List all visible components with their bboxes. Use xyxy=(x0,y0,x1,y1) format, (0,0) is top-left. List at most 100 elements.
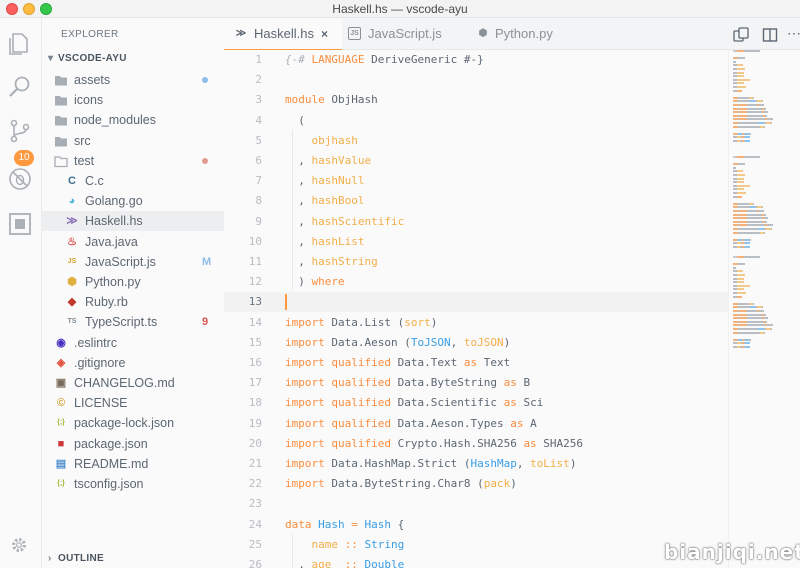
minimap-token xyxy=(737,284,750,287)
code-token: as xyxy=(463,356,478,369)
file-tree-item[interactable]: ◉ .eslintrc xyxy=(42,333,224,353)
file-tree-item[interactable]: ◈ .gitignore xyxy=(42,353,224,373)
json-icon: {;} xyxy=(57,419,65,427)
code-line: 9 , hashScientific xyxy=(224,212,728,232)
code-text: module ObjHash xyxy=(285,90,378,110)
file-tree-item-label: package-lock.json xyxy=(74,416,175,431)
code-text: ( xyxy=(285,111,305,131)
file-tree-item-label: README.md xyxy=(74,456,149,471)
code-token: where xyxy=(311,275,345,289)
minimap-token xyxy=(764,331,765,334)
minimap-token xyxy=(737,78,750,81)
outline-section-header[interactable]: › OUTLINE xyxy=(48,553,104,564)
code-token: ( xyxy=(285,113,305,127)
code-token: import xyxy=(285,436,325,450)
minimap-token xyxy=(764,313,766,316)
file-tree-item[interactable]: © LICENSE xyxy=(42,393,224,413)
explorer-icon[interactable] xyxy=(7,30,33,56)
file-tree-item[interactable]: {;} package-lock.json xyxy=(42,413,224,433)
line-number: 21 xyxy=(248,457,262,470)
line-number: 25 xyxy=(248,537,262,551)
code-token: Data.ByteString.Char8 ( xyxy=(324,477,484,491)
minimap-token xyxy=(765,220,767,223)
text-cursor xyxy=(285,294,287,311)
minimap-token xyxy=(737,181,744,184)
code-line: 13 xyxy=(224,292,728,313)
file-tree-item[interactable]: ♨ Java.java xyxy=(42,232,224,252)
code-token: qualified xyxy=(331,416,391,430)
code-token: Sci xyxy=(516,396,544,410)
file-tree-item[interactable]: ▣ CHANGELOG.md xyxy=(42,373,224,393)
file-tree-item-label: C.c xyxy=(85,174,104,188)
code-text: import Data.Aeson (ToJSON, toJSON) xyxy=(285,333,510,353)
minimap-token xyxy=(771,122,772,124)
code-text: import qualified Crypto.Hash.SHA256 as S… xyxy=(285,434,583,454)
source-control-icon[interactable] xyxy=(7,118,33,144)
file-tree-item[interactable]: JS JavaScript.js M xyxy=(42,252,224,272)
minimap[interactable] xyxy=(728,50,800,568)
minimap-token xyxy=(737,174,745,176)
code-text: data Hash = Hash { xyxy=(285,515,404,535)
open-changes-icon[interactable] xyxy=(733,27,749,43)
line-number: 19 xyxy=(248,416,262,430)
minimap-token xyxy=(737,68,745,70)
minimap-token xyxy=(737,71,744,74)
code-token: , xyxy=(285,214,312,228)
file-tree-item[interactable]: {;} tsconfig.json xyxy=(42,474,224,494)
minimap-token xyxy=(737,184,750,187)
code-token: , xyxy=(285,558,312,568)
minimap-token xyxy=(759,104,764,106)
debug-icon[interactable] xyxy=(7,166,33,192)
haskell-icon: ≫ xyxy=(66,215,78,228)
file-tree-item[interactable]: ◆ Ruby.rb xyxy=(42,292,224,312)
folder-icon xyxy=(54,113,68,127)
file-tree-item[interactable]: icons xyxy=(42,90,224,110)
file-tree-item[interactable]: src xyxy=(42,131,224,151)
code-token: age xyxy=(311,558,332,568)
file-tree-item[interactable]: ◕ Golang.go xyxy=(42,191,224,211)
file-tree-item[interactable]: ⬢ Python.py xyxy=(42,272,224,292)
code-token: qualified xyxy=(331,356,391,369)
close-tab-icon[interactable]: × xyxy=(321,18,328,50)
minimap-token xyxy=(753,302,754,305)
tab-haskell[interactable]: ≫ Haskell.hs × xyxy=(224,18,342,51)
minimap-token xyxy=(747,220,763,223)
extensions-icon[interactable] xyxy=(7,211,33,237)
split-editor-icon[interactable] xyxy=(762,27,778,43)
file-tree-item[interactable]: TS TypeScript.ts 9 xyxy=(42,312,224,332)
code-editor[interactable]: 1 {-# LANGUAGE DeriveGeneric #-} 2 3 module … xyxy=(224,50,728,568)
file-tree-item[interactable]: ≫ Haskell.hs xyxy=(42,211,224,232)
settings-gear-icon[interactable] xyxy=(9,535,29,555)
file-tree-item[interactable]: ■ package.json xyxy=(42,434,224,454)
minimap-token xyxy=(737,170,743,173)
file-tree-item[interactable]: test xyxy=(42,151,224,171)
minimap-token xyxy=(739,224,747,227)
file-tree-item[interactable]: assets xyxy=(42,70,224,90)
file-tree-item[interactable]: node_modules xyxy=(42,110,224,130)
workspace-section-header[interactable]: ▾ VSCODE-AYU xyxy=(48,53,127,64)
code-line: 11 , hashString xyxy=(224,252,728,272)
minimap-token xyxy=(739,310,747,312)
editor-tabs: ≫ Haskell.hs × JS JavaScript.js ⬢ Python… xyxy=(224,18,800,51)
file-tree-item[interactable]: C C.c xyxy=(42,171,224,191)
minimap-token xyxy=(764,111,768,114)
code-line: 25 name :: String xyxy=(224,535,728,555)
code-token: sort xyxy=(404,315,431,329)
minimap-token xyxy=(737,256,744,258)
tab-python[interactable]: ⬢ Python.py xyxy=(472,18,582,50)
search-icon[interactable] xyxy=(7,74,33,100)
code-text: , hashList xyxy=(285,232,364,252)
code-line: 12 ) where xyxy=(224,272,728,292)
json-icon: {;} xyxy=(57,480,65,487)
minimap-token xyxy=(737,188,744,191)
minimap-token xyxy=(737,82,744,85)
code-line: 14 import Data.List (sort) xyxy=(224,313,728,333)
file-tree-item[interactable]: ▤ README.md xyxy=(42,454,224,474)
code-token: , xyxy=(450,335,464,349)
minimap-token xyxy=(745,246,750,248)
golang-icon: ◕ xyxy=(68,195,76,208)
tab-javascript[interactable]: JS JavaScript.js xyxy=(342,18,466,50)
more-actions-icon[interactable]: ⋯ xyxy=(787,26,800,43)
minimap-token xyxy=(739,111,747,114)
